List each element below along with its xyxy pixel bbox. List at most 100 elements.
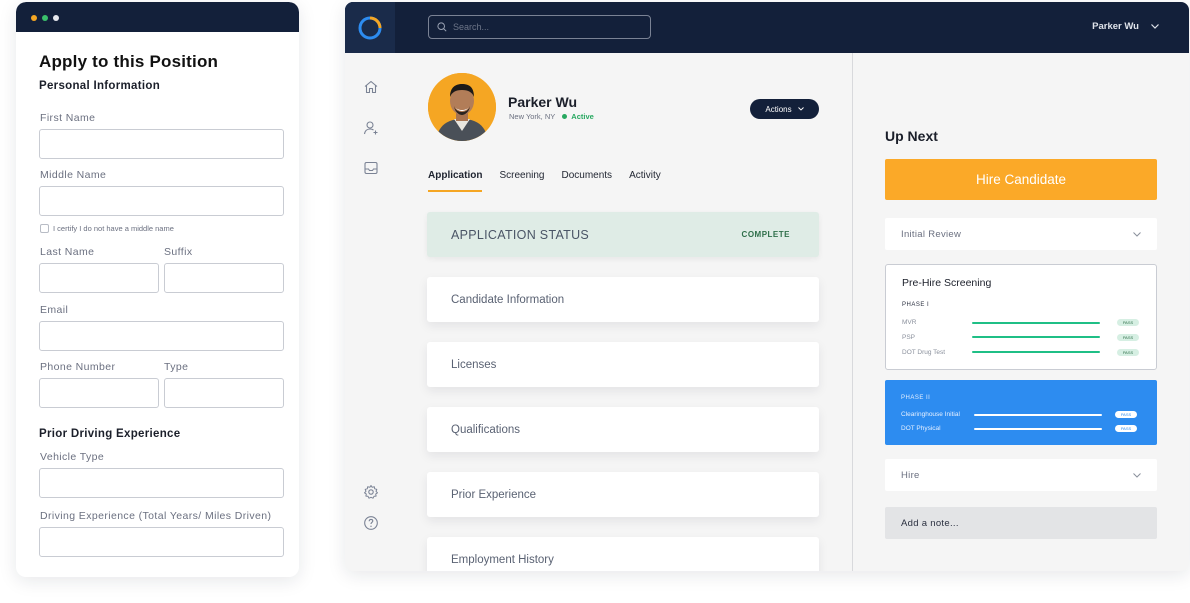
initial-review-collapsible[interactable]: Initial Review	[885, 218, 1157, 250]
search-placeholder: Search...	[453, 22, 490, 32]
application-status-title: APPLICATION STATUS	[451, 227, 590, 242]
middle-name-label: Middle Name	[40, 169, 107, 181]
screening-pass-badge: PASS	[1117, 349, 1139, 356]
application-form-window: Apply to this Position Personal Informat…	[16, 2, 299, 577]
email-label: Email	[40, 304, 69, 316]
candidate-avatar	[428, 73, 496, 141]
screening-pass-badge: PASS	[1117, 319, 1139, 326]
first-name-field[interactable]	[39, 129, 284, 159]
screening-progress-bar	[972, 351, 1100, 353]
screening-progress-bar	[972, 322, 1100, 324]
user-menu[interactable]: Parker Wu	[1092, 21, 1159, 32]
screening-item-label: MVR	[902, 319, 917, 326]
add-user-icon[interactable]	[363, 120, 379, 136]
person-portrait-icon	[428, 73, 496, 141]
tab-activity[interactable]: Activity	[629, 170, 661, 192]
window-dot-white	[53, 15, 59, 21]
last-name-label: Last Name	[40, 246, 95, 258]
screening-pass-badge: PASS	[1115, 425, 1137, 432]
candidate-main-panel: Parker Wu New York, NY Active Actions Ap…	[395, 53, 852, 571]
status-badge: COMPLETE	[741, 230, 790, 239]
sidebar	[345, 53, 395, 571]
hire-collapsible[interactable]: Hire	[885, 459, 1157, 491]
screening-item-label: Clearinghouse Initial	[901, 411, 960, 418]
search-icon	[437, 22, 447, 32]
tab-documents[interactable]: Documents	[561, 170, 612, 192]
window-dot-orange	[31, 15, 37, 21]
screening-progress-bar	[972, 336, 1100, 338]
phase-two-label: PHASE II	[901, 395, 931, 401]
screening-pass-badge: PASS	[1115, 411, 1137, 418]
section-qualifications[interactable]: Qualifications	[427, 407, 819, 452]
tab-application[interactable]: Application	[428, 170, 483, 192]
tab-screening[interactable]: Screening	[499, 170, 544, 192]
screening-item-label: PSP	[902, 334, 916, 341]
middle-name-field[interactable]	[39, 186, 284, 216]
form-body: Apply to this Position	[16, 32, 299, 72]
home-icon[interactable]	[363, 79, 379, 95]
window-dot-green	[42, 15, 48, 21]
screening-pass-badge: PASS	[1117, 334, 1139, 341]
vehicle-type-label: Vehicle Type	[40, 451, 105, 463]
inbox-icon[interactable]	[363, 160, 379, 176]
form-title: Apply to this Position	[39, 52, 219, 71]
last-name-field[interactable]	[39, 263, 159, 293]
driving-experience-label: Driving Experience (Total Years/ Miles D…	[40, 510, 272, 522]
help-icon[interactable]	[363, 515, 379, 531]
no-middle-name-checkbox[interactable]	[40, 224, 49, 233]
candidate-meta: New York, NY Active	[509, 112, 594, 121]
candidate-name: Parker Wu	[508, 94, 577, 110]
application-status-panel[interactable]: APPLICATION STATUS COMPLETE	[427, 212, 819, 257]
section-personal-information: Personal Information	[39, 80, 161, 92]
section-candidate-information[interactable]: Candidate Information	[427, 277, 819, 322]
suffix-label: Suffix	[164, 246, 193, 258]
no-middle-name-row: I certify I do not have a middle name	[40, 224, 174, 233]
chevron-down-icon	[797, 107, 804, 111]
phone-type-label: Type	[164, 361, 189, 373]
user-menu-name: Parker Wu	[1092, 21, 1139, 32]
section-licenses[interactable]: Licenses	[427, 342, 819, 387]
initial-review-label: Initial Review	[901, 228, 962, 240]
search-input[interactable]: Search...	[428, 15, 651, 39]
candidate-status: Active	[571, 112, 594, 121]
vehicle-type-field[interactable]	[39, 468, 284, 498]
top-navigation-bar: Search... Parker Wu	[345, 2, 1189, 53]
phase-two-card[interactable]: PHASE II Clearinghouse Initial PASS DOT …	[885, 380, 1157, 445]
actions-button[interactable]: Actions	[750, 99, 819, 119]
hire-candidate-button[interactable]: Hire Candidate	[885, 159, 1157, 200]
phase-one-label: PHASE I	[902, 302, 930, 308]
hire-label: Hire	[901, 469, 920, 481]
phone-type-field[interactable]	[164, 378, 284, 408]
candidate-app-window: Search... Parker Wu Parker Wu New York, …	[345, 2, 1189, 571]
app-logo[interactable]	[345, 2, 395, 53]
suffix-field[interactable]	[164, 263, 284, 293]
phone-number-field[interactable]	[39, 378, 159, 408]
up-next-panel: Up Next Hire Candidate Initial Review Pr…	[853, 53, 1189, 571]
chevron-down-icon	[1133, 472, 1141, 478]
screening-progress-bar	[974, 428, 1102, 430]
driving-experience-field[interactable]	[39, 527, 284, 557]
no-middle-name-label: I certify I do not have a middle name	[53, 224, 174, 233]
first-name-label: First Name	[40, 112, 96, 124]
section-prior-experience[interactable]: Prior Experience	[427, 472, 819, 517]
up-next-title: Up Next	[885, 128, 938, 144]
candidate-tabs: Application Screening Documents Activity	[428, 170, 678, 192]
candidate-location: New York, NY	[509, 112, 556, 121]
actions-button-label: Actions	[765, 104, 792, 114]
phone-number-label: Phone Number	[40, 361, 116, 373]
status-dot	[562, 114, 568, 119]
screening-progress-bar	[974, 414, 1102, 416]
email-field[interactable]	[39, 321, 284, 351]
chevron-down-icon	[1151, 24, 1159, 29]
section-employment-history[interactable]: Employment History	[427, 537, 819, 571]
ring-logo-icon	[358, 16, 382, 39]
screening-item-label: DOT Physical	[901, 425, 941, 432]
gear-icon[interactable]	[363, 484, 379, 500]
section-prior-driving-experience: Prior Driving Experience	[39, 428, 181, 440]
add-note-input[interactable]: Add a note...	[885, 507, 1157, 539]
pre-hire-screening-card[interactable]: Pre-Hire Screening PHASE I MVR PASS PSP …	[885, 264, 1157, 370]
screening-item-label: DOT Drug Test	[902, 349, 946, 356]
form-titlebar	[16, 2, 299, 32]
chevron-down-icon	[1133, 231, 1141, 237]
pre-hire-screening-title: Pre-Hire Screening	[902, 277, 992, 289]
